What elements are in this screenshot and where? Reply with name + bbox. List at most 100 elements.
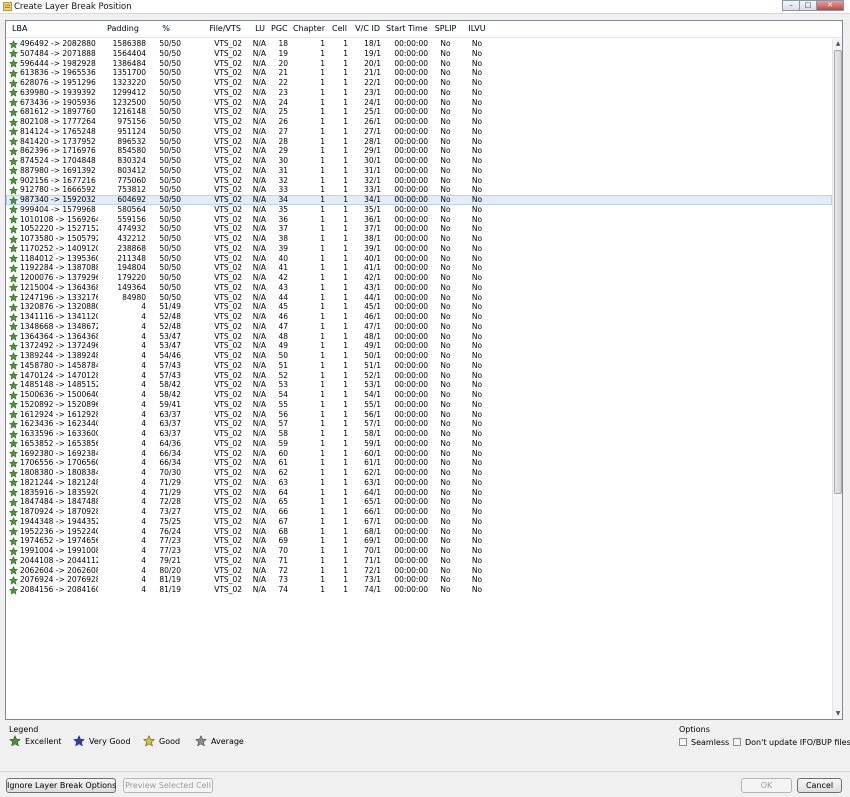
table-row[interactable]: 1500636 -> 1500640 4 58/42 VTS_02 N/A 54 1 1 54/… (6, 390, 832, 400)
table-row[interactable]: 987340 -> 1592032 604692 50/50 VTS_02 N/A 34 1… (6, 195, 832, 205)
dont-update-ifo-checkbox-box[interactable] (733, 738, 741, 746)
table-row[interactable]: 902156 -> 1677216 775060 50/50 VTS_02 N/A 32 1… (6, 176, 832, 186)
table-row[interactable]: 1364364 -> 1364368 4 53/47 VTS_02 N/A 48 1 1 48/… (6, 332, 832, 342)
table-row[interactable]: 1991004 -> 1991008 4 77/23 VTS_02 N/A 70 1 1 70/… (6, 546, 832, 556)
table-row[interactable]: 841420 -> 1737952 896532 50/50 VTS_02 N/A 28 1… (6, 137, 832, 147)
seamless-checkbox[interactable]: Seamless (679, 737, 729, 747)
table-row[interactable]: 1612924 -> 1612928 4 63/37 VTS_02 N/A 56 1 1 56/… (6, 410, 832, 420)
table-row[interactable]: 1944348 -> 1944352 4 75/25 VTS_02 N/A 67 1 1 67/… (6, 517, 832, 527)
table-row[interactable]: 1808380 -> 1808384 4 70/30 VTS_02 N/A 62 1 1 62/… (6, 468, 832, 478)
table-row[interactable]: 1200076 -> 1379296 179220 50/50 VTS_02 N/A 42… (6, 273, 832, 283)
table-row[interactable]: 681612 -> 1897760 1216148 50/50 VTS_02 N/A 25… (6, 107, 832, 117)
table-row[interactable]: 1952236 -> 1952240 4 76/24 VTS_02 N/A 68 1 1 68/… (6, 527, 832, 537)
cell-lu: N/A (252, 516, 266, 526)
table-row[interactable]: 1192284 -> 1387088 194804 50/50 VTS_02 N/A 41… (6, 263, 832, 273)
scroll-thumb[interactable] (834, 50, 842, 494)
table-row[interactable]: 2084156 -> 2084160 4 81/19 VTS_02 N/A 74 1 1 74/… (6, 585, 832, 595)
close-button[interactable]: ✕ (816, 0, 844, 11)
table-row[interactable]: 1170252 -> 1409120 238868 50/50 VTS_02 N/A 39… (6, 244, 832, 254)
table-row[interactable]: 1372492 -> 1372496 4 53/47 VTS_02 N/A 49 1 1 49/… (6, 341, 832, 351)
cell-splip: No (440, 468, 451, 477)
preview-selected-cell-button[interactable]: Preview Selected Cell (123, 778, 213, 793)
column-header-cell[interactable]: Cell (327, 21, 350, 37)
table-row[interactable]: 2062604 -> 2062608 4 80/20 VTS_02 N/A 72 1 1 72/… (6, 566, 832, 576)
column-header-vc-id[interactable]: V/C ID (350, 21, 383, 37)
table-row[interactable]: 1215004 -> 1364368 149364 50/50 VTS_02 N/A 43… (6, 283, 832, 293)
table-row[interactable]: 862396 -> 1716976 854580 50/50 VTS_02 N/A 29 1… (6, 146, 832, 156)
table-row[interactable]: 802108 -> 1777264 975156 50/50 VTS_02 N/A 26 1… (6, 117, 832, 127)
table-row[interactable]: 1389244 -> 1389248 4 54/46 VTS_02 N/A 50 1 1 50/… (6, 351, 832, 361)
table-row[interactable]: 2076924 -> 2076928 4 81/19 VTS_02 N/A 73 1 1 73/… (6, 575, 832, 585)
ignore-layer-break-button[interactable]: Ignore Layer Break Options (6, 778, 116, 793)
cell-splip: No (440, 97, 451, 107)
column-header-splip[interactable]: SPLIP (430, 21, 461, 37)
column-header-ilvu[interactable]: ILVU (461, 21, 493, 37)
column-header-start-time[interactable]: Start Time (383, 21, 430, 37)
column-header-pgc[interactable]: PGC (268, 21, 290, 37)
table-row[interactable]: 1470124 -> 1470128 4 57/43 VTS_02 N/A 52 1 1 52/… (6, 371, 832, 381)
table-row[interactable]: 1010108 -> 1569264 559156 50/50 VTS_02 N/A 36… (6, 215, 832, 225)
table-row[interactable]: 1052220 -> 1527152 474932 50/50 VTS_02 N/A 37… (6, 224, 832, 234)
table-row[interactable]: 1974652 -> 1974656 4 77/23 VTS_02 N/A 69 1 1 69/… (6, 536, 832, 546)
table-row[interactable]: 1633596 -> 1633600 4 63/37 VTS_02 N/A 58 1 1 58/… (6, 429, 832, 439)
minimize-button[interactable]: – (782, 0, 799, 11)
table-row[interactable]: 912780 -> 1666592 753812 50/50 VTS_02 N/A 33 1… (6, 185, 832, 195)
table-row[interactable]: 999404 -> 1579968 580564 50/50 VTS_02 N/A 35 1… (6, 205, 832, 215)
dont-update-ifo-checkbox[interactable]: Don't update IFO/BUP files (733, 737, 850, 747)
table-row[interactable]: 1835916 -> 1835920 4 71/29 VTS_02 N/A 64 1 1 64/… (6, 488, 832, 498)
table-row[interactable]: 1247196 -> 1332176 84980 50/50 VTS_02 N/A 44 1… (6, 293, 832, 303)
layer-break-list[interactable]: LBA Padding% File/VTS LU PGC Chapter Cell V/C I… (5, 20, 843, 720)
table-row[interactable]: 1520892 -> 1520896 4 59/41 VTS_02 N/A 55 1 1 55/… (6, 400, 832, 410)
table-row[interactable]: 1623436 -> 1623440 4 63/37 VTS_02 N/A 57 1 1 57/… (6, 419, 832, 429)
table-row[interactable]: 874524 -> 1704848 830324 50/50 VTS_02 N/A 30 1… (6, 156, 832, 166)
column-header-lu[interactable]: LU (244, 21, 268, 37)
scroll-down-icon[interactable]: ▼ (833, 709, 842, 719)
table-row[interactable]: 1184012 -> 1395360 211348 50/50 VTS_02 N/A 40… (6, 254, 832, 264)
maximize-button[interactable]: □ (799, 0, 816, 11)
table-row[interactable]: 814124 -> 1765248 951124 50/50 VTS_02 N/A 27 1… (6, 127, 832, 137)
seamless-checkbox-box[interactable] (679, 738, 687, 746)
column-header-padding[interactable]: Padding (98, 21, 148, 37)
table-row[interactable]: 1348668 -> 1348672 4 52/48 VTS_02 N/A 47 1 1 47/… (6, 322, 832, 332)
table-row[interactable]: 1847484 -> 1847488 4 72/28 VTS_02 N/A 65 1 1 65/… (6, 497, 832, 507)
cell-chapter: 1 (320, 282, 325, 292)
column-header-percent[interactable]: % (148, 21, 184, 37)
table-row[interactable]: 613836 -> 1965536 1351700 50/50 VTS_02 N/A 21… (6, 68, 832, 78)
table-row[interactable]: 1706556 -> 1706560 4 66/34 VTS_02 N/A 61 1 1 61/… (6, 458, 832, 468)
table-row[interactable]: 496492 -> 2082880 1586388 50/50 VTS_02 N/A 18… (6, 39, 832, 49)
table-row[interactable]: 2044108 -> 2044112 4 79/21 VTS_02 N/A 71 1 1 71/… (6, 556, 832, 566)
cell-percent: 53/47 (159, 331, 181, 341)
vertical-scrollbar[interactable]: ▲ ▼ (832, 39, 842, 719)
table-row[interactable]: 1485148 -> 1485152 4 58/42 VTS_02 N/A 53 1 1 53/… (6, 380, 832, 390)
table-row[interactable]: 673436 -> 1905936 1232500 50/50 VTS_02 N/A 24… (6, 98, 832, 108)
cancel-button[interactable]: Cancel (797, 778, 842, 793)
cell-ilvu: No (471, 477, 483, 487)
table-row[interactable]: 1821244 -> 1821248 4 71/29 VTS_02 N/A 63 1 1 63/… (6, 478, 832, 488)
star-excellent-icon (9, 205, 18, 214)
scroll-up-icon[interactable]: ▲ (833, 39, 842, 49)
table-row[interactable]: 1073580 -> 1505792 432212 50/50 VTS_02 N/A 38… (6, 234, 832, 244)
table-row[interactable]: 1653852 -> 1653856 4 64/36 VTS_02 N/A 59 1 1 59/… (6, 439, 832, 449)
table-row[interactable]: 507484 -> 2071888 1564404 50/50 VTS_02 N/A 19… (6, 49, 832, 59)
cell-pgc: 60 (278, 448, 288, 458)
table-row[interactable]: 1870924 -> 1870928 4 73/27 VTS_02 N/A 66 1 1 66/… (6, 507, 832, 517)
table-row[interactable]: 887980 -> 1691392 803412 50/50 VTS_02 N/A 31 1… (6, 166, 832, 176)
table-row[interactable]: 628076 -> 1951296 1323220 50/50 VTS_02 N/A 22… (6, 78, 832, 88)
cell-percent: 66/34 (159, 448, 181, 458)
table-row[interactable]: 1458780 -> 1458784 4 57/43 VTS_02 N/A 51 1 1 51/… (6, 361, 832, 371)
table-row[interactable]: 639980 -> 1939392 1299412 50/50 VTS_02 N/A 23… (6, 88, 832, 98)
star-excellent-icon (9, 390, 18, 400)
cell-splip: No (440, 224, 451, 234)
table-row[interactable]: 1692380 -> 1692384 4 66/34 VTS_02 N/A 60 1 1 60/… (6, 449, 832, 459)
table-row[interactable]: 596444 -> 1982928 1386484 50/50 VTS_02 N/A 20… (6, 59, 832, 69)
cell-lba: 1052220 -> 1527152 (20, 224, 98, 234)
cell-lba: 1633596 -> 1633600 (20, 429, 98, 438)
ok-button[interactable]: OK (741, 778, 792, 793)
column-header-lba[interactable]: LBA (9, 21, 98, 37)
cell-ilvu: No (471, 331, 483, 341)
column-header-file-vts[interactable]: File/VTS (184, 21, 244, 37)
table-row[interactable]: 1341116 -> 1341120 4 52/48 VTS_02 N/A 46 1 1 46/… (6, 312, 832, 322)
cell-padding: 4 (141, 370, 146, 380)
table-row[interactable]: 1320876 -> 1320880 4 51/49 VTS_02 N/A 45 1 1 45/… (6, 302, 832, 312)
column-header-chapter[interactable]: Chapter (290, 21, 327, 37)
